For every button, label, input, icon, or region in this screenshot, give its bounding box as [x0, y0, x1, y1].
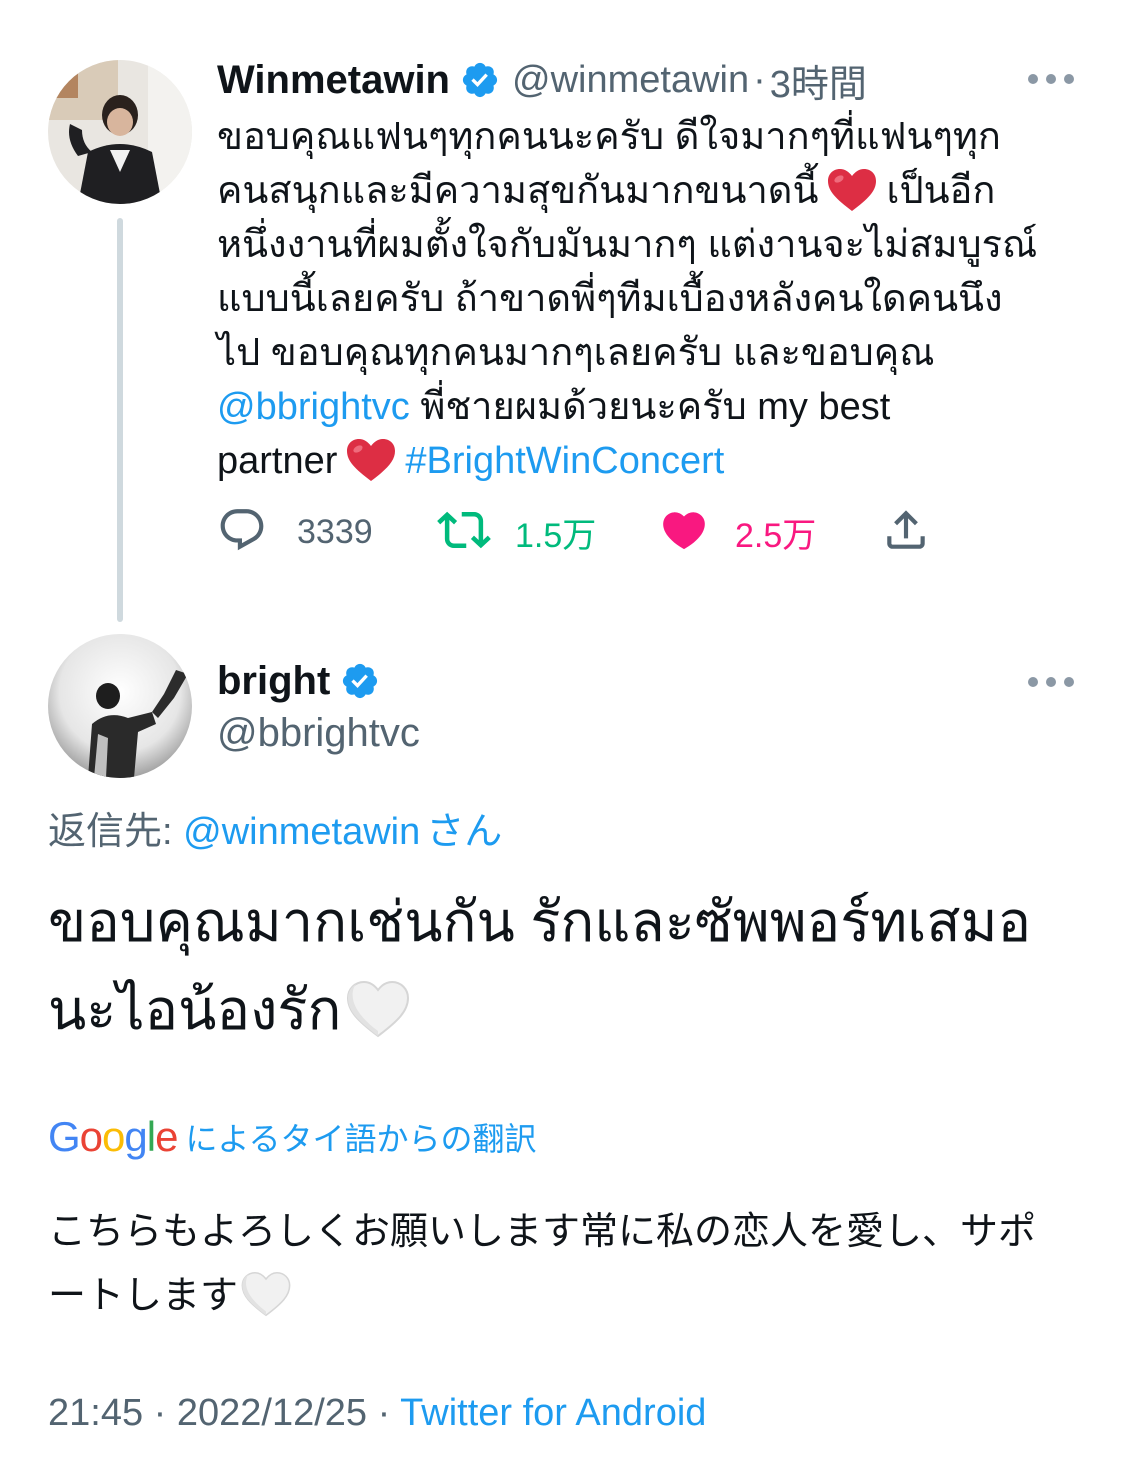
reply-to-suffix[interactable]: さん — [426, 811, 502, 853]
tweet-header: Winmetawin @winmetawin · 3時間 — [217, 53, 867, 108]
winmetawin-avatar[interactable] — [48, 60, 192, 204]
reply-text-line: นะไอน้องรัก — [48, 966, 1098, 1054]
reply-count: 3339 — [297, 512, 373, 551]
reply-author-handle[interactable]: @bbrightvc — [217, 711, 420, 756]
white-heart-emoji-icon — [240, 1270, 292, 1318]
translated-text-line: ートします — [48, 1264, 1098, 1328]
thread-connector-line — [117, 218, 123, 622]
tweet-text-line: คนสนุกและมีความสุขกันมากขนาดนี้ เป็นอีก — [217, 164, 1097, 218]
reply-author-display-name[interactable]: bright — [217, 659, 330, 704]
separator-dot: · — [377, 1392, 391, 1434]
like-button[interactable]: 2.5万 — [659, 505, 881, 559]
more-options-icon[interactable] — [1028, 72, 1074, 86]
translated-text-line: こちらもよろしくお願いします常に私の恋人を愛し、サポ — [48, 1211, 1037, 1253]
tweet-text-line: ขอบคุณแฟนๆทุกคนนะครับ ดีใจมากๆที่แฟนๆทุก — [217, 116, 1001, 158]
like-count: 2.5万 — [735, 516, 817, 555]
retweet-count: 1.5万 — [515, 516, 597, 555]
tweet-body: ขอบคุณแฟนๆทุกคนนะครับ ดีใจมากๆที่แฟนๆทุก… — [217, 110, 1097, 488]
tweet-text-line: @bbrightvc พี่ชายผมด้วยนะครับ my best — [217, 386, 891, 428]
tweet-text-line: partner #BrightWinConcert — [217, 434, 1097, 488]
hashtag-link[interactable]: #BrightWinConcert — [405, 440, 724, 482]
reply-to-line: 返信先: @winmetawin さん — [48, 800, 502, 855]
translation-label[interactable]: によるタイ語からの翻訳 — [185, 1114, 536, 1160]
red-heart-emoji-icon — [345, 437, 397, 483]
google-logo: Google — [48, 1113, 178, 1160]
source-link[interactable]: Twitter for Android — [400, 1392, 706, 1434]
tweet-timestamp-footer: 21:45 · 2022/12/25 · Twitter for Android — [48, 1392, 706, 1435]
retweet-icon — [437, 503, 491, 562]
reply-header: bright @bbrightvc — [217, 655, 420, 756]
more-options-icon[interactable] — [1028, 675, 1074, 689]
red-heart-emoji-icon — [826, 167, 878, 213]
verified-badge-icon — [340, 661, 380, 701]
tweet-actions: 3339 1.5万 2.5万 — [217, 505, 931, 559]
reply-body: ขอบคุณมากเช่นกัน รักและซัพพอร์ทเสมอ นะไอ… — [48, 878, 1098, 1054]
tweet-text-line: ไป ขอบคุณทุกคนมากๆเลยครับ และขอบคุณ — [217, 332, 935, 374]
author-display-name[interactable]: Winmetawin — [217, 58, 450, 103]
verified-badge-icon — [460, 60, 500, 100]
translated-text: こちらもよろしくお願いします常に私の恋人を愛し、サポ ートします — [48, 1200, 1098, 1328]
reply-date[interactable]: 2022/12/25 — [177, 1392, 367, 1434]
translation-attribution[interactable]: Google によるタイ語からの翻訳 — [48, 1112, 537, 1162]
share-button[interactable] — [881, 505, 931, 559]
bright-avatar[interactable] — [48, 634, 192, 778]
author-handle[interactable]: @winmetawin — [512, 59, 749, 102]
share-icon — [881, 505, 931, 560]
separator-dot: · — [753, 58, 766, 101]
reply-to-label: 返信先: — [48, 811, 173, 853]
tweet-time[interactable]: 3時間 — [770, 53, 867, 108]
reply-button[interactable]: 3339 — [217, 505, 437, 559]
tweet-text-line: หนึ่งงานที่ผมตั้งใจกับมันมากๆ แต่งานจะไม… — [217, 224, 1038, 266]
heart-icon — [659, 505, 709, 560]
white-heart-emoji-icon — [345, 976, 411, 1038]
reply-text-line: ขอบคุณมากเช่นกัน รักและซัพพอร์ทเสมอ — [48, 890, 1032, 953]
reply-to-handle-link[interactable]: @winmetawin — [183, 811, 420, 853]
mention-link[interactable]: @bbrightvc — [217, 386, 410, 428]
retweet-button[interactable]: 1.5万 — [437, 505, 659, 559]
reply-time[interactable]: 21:45 — [48, 1392, 143, 1434]
separator-dot: · — [153, 1392, 167, 1434]
tweet-text-line: แบบนี้เลยครับ ถ้าขาดพี่ๆทีมเบื้องหลังคนใ… — [217, 278, 1003, 320]
reply-icon — [217, 505, 267, 560]
